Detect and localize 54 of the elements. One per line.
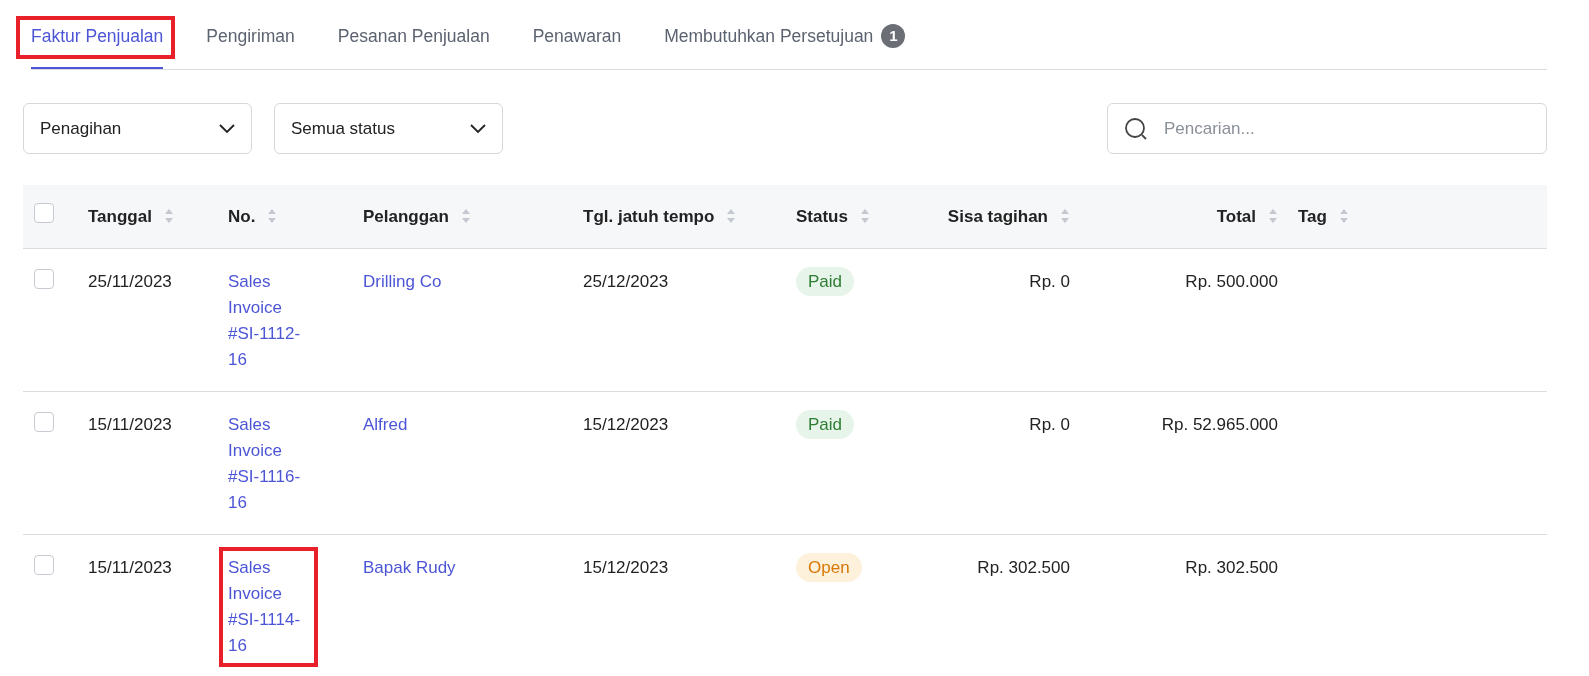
sort-icon[interactable] [267, 208, 278, 225]
column-header[interactable]: No. [228, 203, 256, 229]
column-header[interactable]: Total [1216, 203, 1256, 229]
table-cell: Rp. 302.500 [1185, 557, 1278, 577]
sort-icon[interactable] [1060, 208, 1070, 225]
table-cell: 15/11/2023 [88, 557, 172, 577]
table-cell: 25/11/2023 [88, 271, 172, 291]
customer-link[interactable]: Drilling Co [363, 271, 442, 291]
tab[interactable]: Pengiriman [206, 22, 295, 69]
table-cell: 15/11/2023 [88, 414, 172, 434]
column-header[interactable]: Sisa tagihan [947, 203, 1048, 229]
invoice-link[interactable]: Sales Invoice #SI-1112-16 [228, 268, 313, 373]
sort-icon[interactable] [1268, 208, 1278, 225]
table-cell: Rp. 302.500 [977, 557, 1070, 577]
search-icon [1124, 116, 1148, 141]
customer-link[interactable]: Bapak Rudy [363, 557, 456, 577]
filter-dropdown[interactable]: Penagihan [23, 103, 252, 154]
column-header[interactable]: Status [796, 203, 848, 229]
invoice-link[interactable]: Sales Invoice #SI-1116-16 [228, 411, 313, 516]
chevron-down-icon [219, 123, 235, 134]
table-cell: 15/12/2023 [583, 557, 669, 577]
status-badge: Paid [796, 409, 855, 439]
column-header[interactable]: Tag [1298, 203, 1327, 229]
table-cell: Rp. 500.000 [1185, 271, 1278, 291]
table-cell: Rp. 52.965.000 [1161, 414, 1278, 434]
search-field[interactable]: Pencarian... [1107, 103, 1547, 154]
sort-icon[interactable] [460, 208, 471, 225]
sort-icon[interactable] [1338, 208, 1349, 225]
table-cell: 25/12/2023 [583, 271, 669, 291]
checkbox[interactable] [34, 202, 54, 223]
column-header[interactable]: Pelanggan [363, 203, 449, 229]
checkbox[interactable] [34, 554, 54, 575]
tab[interactable]: Faktur Penjualan [31, 22, 164, 69]
invoice-link[interactable]: Sales Invoice #SI-1114-16 [228, 554, 313, 659]
tab[interactable]: Membutuhkan Persetujuan 1 [664, 22, 906, 69]
checkbox[interactable] [34, 411, 54, 432]
sort-icon[interactable] [726, 208, 737, 225]
sort-icon[interactable] [163, 208, 174, 225]
filter-dropdown[interactable]: Semua status [274, 103, 503, 154]
customer-link[interactable]: Alfred [363, 414, 408, 434]
column-header[interactable]: Tgl. jatuh tempo [583, 203, 715, 229]
checkbox[interactable] [34, 268, 54, 289]
chevron-down-icon [470, 123, 486, 134]
count-badge: 1 [881, 23, 906, 48]
table-cell: Rp. 0 [1029, 414, 1070, 434]
status-badge: Open [796, 552, 862, 582]
column-header[interactable]: Tanggal [88, 203, 152, 229]
table-cell: Rp. 0 [1029, 271, 1070, 291]
sort-icon[interactable] [859, 208, 870, 225]
tab[interactable]: Pesanan Penjualan [337, 22, 490, 69]
table-cell: 15/12/2023 [583, 414, 669, 434]
search-input[interactable]: Pencarian... [1164, 115, 1530, 142]
status-badge: Paid [796, 266, 855, 296]
tab[interactable]: Penawaran [532, 22, 622, 69]
